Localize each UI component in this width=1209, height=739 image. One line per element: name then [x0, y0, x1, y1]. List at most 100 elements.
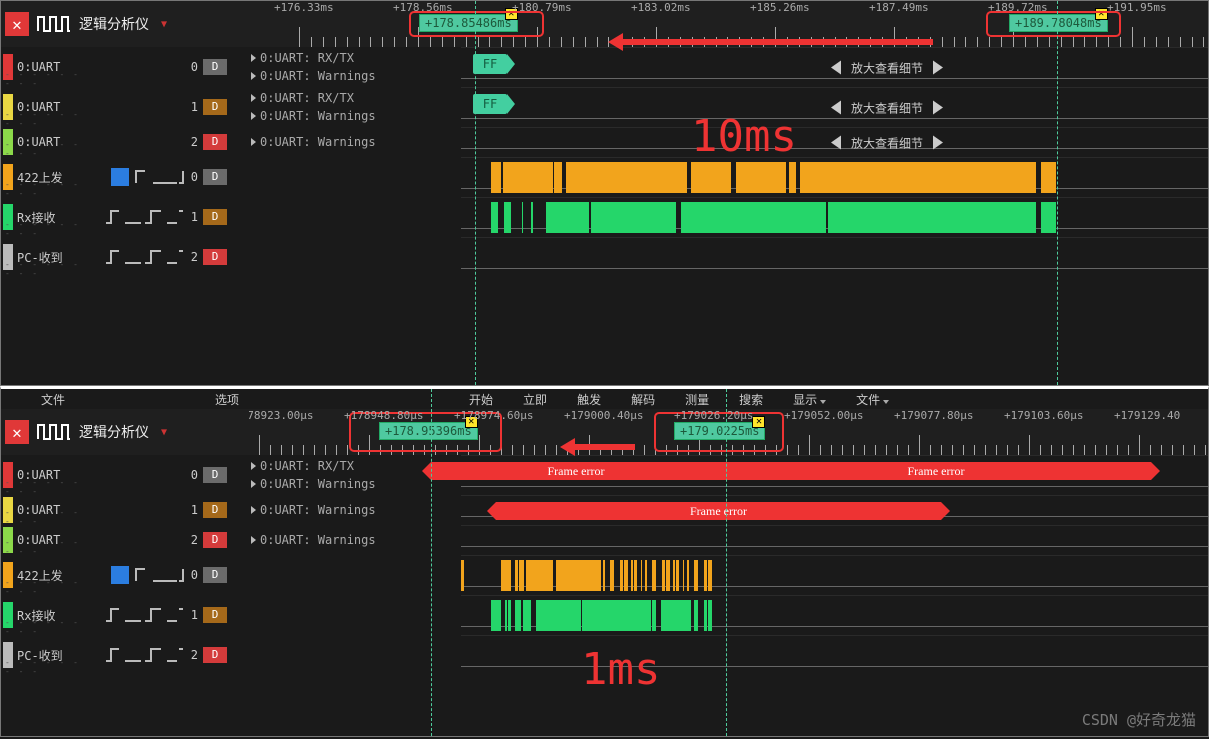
annotation-box — [409, 11, 544, 37]
close-button[interactable]: ✕ — [5, 420, 29, 444]
channel-thumbnail: 2 — [93, 127, 203, 157]
channel-tag[interactable]: D — [203, 502, 245, 518]
waveform-data — [476, 202, 1058, 233]
channel-tag[interactable]: D — [203, 134, 245, 150]
waveform-lane[interactable] — [461, 197, 1208, 237]
menu-file2[interactable]: 文件 — [856, 391, 889, 408]
ruler-tick-label: +178923.00μs — [249, 409, 313, 422]
waveform-lane[interactable] — [461, 237, 1208, 277]
channel-thumbnail: 2 — [93, 525, 203, 555]
channel-rows: 0:UART0D0:UART: RX/TX0:UART: WarningsFF放… — [1, 47, 1208, 277]
channel-row: Rx接收1D — [1, 197, 1208, 237]
ruler-tick-label: +179052.00μs — [784, 409, 863, 422]
ruler-tick-label: +179000.40μs — [564, 409, 643, 422]
annotation-arrow — [613, 39, 933, 45]
dropdown-icon[interactable]: ▼ — [161, 427, 167, 438]
cursor-guideline — [431, 389, 432, 736]
waveform-lane[interactable]: Frame errorFrame error — [461, 455, 1208, 495]
menu-search[interactable]: 搜索 — [739, 391, 763, 408]
menu-display[interactable]: 显示 — [793, 391, 826, 408]
frame-error-badge: Frame error — [721, 462, 1151, 480]
waveform-data — [476, 162, 1058, 193]
channel-row: Rx接收1D — [1, 595, 1208, 635]
frame-error-badge: Frame error — [496, 502, 941, 520]
waveform-lane[interactable] — [461, 555, 1208, 595]
waveform-lane[interactable]: FF 放大查看细节 — [461, 47, 1208, 87]
decoded-byte: FF — [473, 94, 507, 114]
menu-start[interactable]: 开始 — [469, 391, 493, 408]
channel-tag[interactable]: D — [203, 249, 245, 265]
channel-label[interactable]: 0:UART — [1, 525, 93, 555]
pane-title: 逻辑分析仪 — [79, 422, 149, 442]
pane-title: 逻辑分析仪 — [79, 14, 149, 34]
channel-tag[interactable]: D — [203, 467, 245, 483]
waveform-lane[interactable] — [461, 595, 1208, 635]
ruler-tick-label: +187.49ms — [869, 1, 929, 14]
channel-label[interactable]: 422上发 — [1, 157, 93, 197]
channel-label[interactable]: 0:UART — [1, 127, 93, 157]
channel-tag[interactable]: D — [203, 59, 245, 75]
cursor-guideline — [475, 1, 476, 385]
channel-tag[interactable]: D — [203, 607, 245, 623]
channel-label[interactable]: PC-收到 — [1, 635, 93, 675]
channel-thumbnail: 1 — [93, 595, 203, 635]
channel-row: 0:UART0D0:UART: RX/TX0:UART: WarningsFra… — [1, 455, 1208, 495]
zoom-hint[interactable]: 放大查看细节 — [831, 59, 943, 76]
channel-thumbnail: 2 — [93, 237, 203, 277]
decoded-byte: FF — [473, 54, 507, 74]
waveform-lane[interactable]: 放大查看细节 — [461, 127, 1208, 157]
channel-label[interactable]: PC-收到 — [1, 237, 93, 277]
channel-label[interactable]: 422上发 — [1, 555, 93, 595]
ruler-tick-label: +191.95ms — [1107, 1, 1167, 14]
waveform-lane[interactable] — [461, 157, 1208, 197]
channel-tag[interactable]: D — [203, 99, 245, 115]
logic-waveform-icon — [37, 11, 71, 37]
annotation-text: 10ms — [691, 111, 797, 162]
menu-immediate[interactable]: 立即 — [523, 391, 547, 408]
channel-label[interactable]: Rx接收 — [1, 595, 93, 635]
channel-tag[interactable]: D — [203, 567, 245, 583]
waveform-lane[interactable]: Frame error — [461, 495, 1208, 525]
channel-label[interactable]: Rx接收 — [1, 197, 93, 237]
decoder-info: 0:UART: Warnings — [245, 503, 461, 517]
zoom-hint[interactable]: 放大查看细节 — [831, 134, 943, 151]
menu-file[interactable]: 文件 — [41, 391, 65, 408]
waveform-data — [461, 560, 1058, 591]
channel-row: 0:UART2D0:UART: Warnings放大查看细节 — [1, 127, 1208, 157]
watermark: CSDN @好奇龙猫 — [1082, 709, 1196, 730]
channel-tag[interactable]: D — [203, 209, 245, 225]
menu-decode[interactable]: 解码 — [631, 391, 655, 408]
close-button[interactable]: ✕ — [5, 12, 29, 36]
channel-label[interactable]: 0:UART — [1, 455, 93, 495]
channel-row: 0:UART2D0:UART: Warnings — [1, 525, 1208, 555]
channel-rows: 0:UART0D0:UART: RX/TX0:UART: WarningsFra… — [1, 455, 1208, 675]
channel-tag[interactable]: D — [203, 532, 245, 548]
decoder-info: 0:UART: Warnings — [245, 533, 461, 547]
channel-row: 0:UART1D0:UART: Warnings Frame error — [1, 495, 1208, 525]
ruler-tick-label: +178974.60μs — [454, 409, 533, 422]
waveform-data — [461, 600, 1058, 631]
channel-label[interactable]: 0:UART — [1, 47, 93, 87]
menu-options[interactable]: 选项 — [215, 391, 239, 408]
ruler-tick-label: +178.56ms — [393, 1, 453, 14]
annotation-text: 1ms — [581, 644, 660, 695]
channel-row: 0:UART1D0:UART: RX/TX0:UART: WarningsFF放… — [1, 87, 1208, 127]
waveform-lane[interactable] — [461, 635, 1208, 675]
decoder-info: 0:UART: RX/TX0:UART: Warnings — [245, 91, 461, 123]
waveform-lane[interactable] — [461, 525, 1208, 555]
ruler-tick-label: +179103.60μs — [1004, 409, 1083, 422]
menu-trigger[interactable]: 触发 — [577, 391, 601, 408]
channel-label[interactable]: 0:UART — [1, 87, 93, 127]
time-ruler[interactable]: +178.95396ms✕ +179.0225ms✕ +178923.00μs+… — [249, 409, 1208, 455]
annotation-arrow — [565, 444, 635, 450]
channel-tag[interactable]: D — [203, 169, 245, 185]
zoom-hint[interactable]: 放大查看细节 — [831, 99, 943, 116]
menu-measure[interactable]: 测量 — [685, 391, 709, 408]
dropdown-icon[interactable]: ▼ — [161, 19, 167, 30]
waveform-lane[interactable]: FF 放大查看细节 — [461, 87, 1208, 127]
channel-tag[interactable]: D — [203, 647, 245, 663]
channel-thumbnail: 1 — [93, 495, 203, 525]
frame-error-badge: Frame error — [431, 462, 721, 480]
channel-label[interactable]: 0:UART — [1, 495, 93, 525]
channel-thumbnail: 0 — [93, 455, 203, 495]
